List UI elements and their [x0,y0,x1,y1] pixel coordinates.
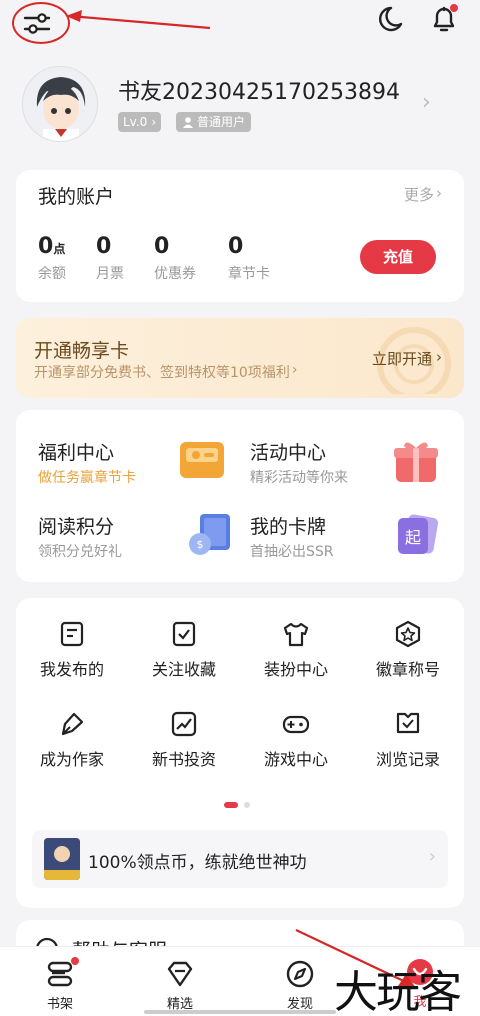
vip-desc-text: 开通享部分免费书、签到特权等10项福利 [34,365,290,381]
promo-text: 100%领点币，练就绝世神功 [88,853,307,873]
grid-pager[interactable] [224,802,250,808]
vip-desc: 开通享部分免费书、签到特权等10项福利 › [34,362,297,382]
stat-value: 0 [38,234,54,259]
watermark: 大玩客 [334,967,462,1016]
chevron-right-icon: › [428,846,436,867]
book-coin-icon: $ [186,512,234,558]
feature-welfare[interactable]: 福利中心 做任务赢章节卡 [38,438,248,486]
pager-dot-active [224,802,238,808]
chevron-right-icon: › [151,115,157,129]
trend-chart-icon [170,710,198,738]
vip-open-button[interactable]: 立即开通 › [372,348,442,369]
grid-item-history[interactable]: 浏览记录 [352,710,464,770]
stat-label: 月票 [96,266,124,282]
grid-label: 装扮中心 [263,660,328,679]
tab-featured[interactable]: 精选 [120,947,240,1016]
recharge-button[interactable]: 充值 [360,240,436,274]
stat-label: 余额 [38,266,66,282]
svg-text:起: 起 [405,528,421,547]
promo-banner[interactable]: 100%领点币，练就绝世神功 › [32,830,448,888]
grid-label: 徽章称号 [375,660,440,679]
stat-monthly-ticket[interactable]: 0 月票 [96,234,124,283]
account-more-link[interactable]: 更多 › [404,184,442,205]
stat-coupon[interactable]: 0 优惠券 [154,234,196,283]
grid-label: 新书投资 [151,750,216,769]
stat-value: 0 [228,234,244,259]
document-icon [58,620,86,648]
tab-label: 书架 [46,997,73,1012]
shirt-icon [282,620,310,648]
feature-my-cards[interactable]: 我的卡牌 首抽必出SSR 起 [250,512,450,560]
level-text: Lv.0 [123,115,148,129]
gamepad-icon [282,710,310,738]
account-title: 我的账户 [38,186,115,208]
bell-icon[interactable] [428,2,460,34]
grid-item-new-book-invest[interactable]: 新书投资 [128,710,240,770]
profile-header[interactable]: 书友20230425170253894 Lv.0 › 普通用户 › [0,60,480,150]
stat-value: 0 [154,234,170,259]
badge-star-icon [394,620,422,648]
chevron-right-icon: › [291,362,298,378]
vip-title: 开通畅享卡 [34,340,130,362]
vip-action-text: 立即开通 [371,350,432,368]
stat-balance[interactable]: 0点 余额 [38,234,66,283]
home-indicator [144,1010,336,1014]
grid-item-become-author[interactable]: 成为作家 [16,710,128,770]
card-icon: 起 [392,512,440,558]
grid-label: 游戏中心 [263,750,328,769]
user-type-badge: 普通用户 [176,112,252,132]
bookmark-check-icon [170,620,198,648]
account-card: 我的账户 更多 › 0点 余额 0 月票 0 优惠券 0 章节卡 充值 [16,170,464,302]
stat-label: 优惠券 [154,266,196,282]
stat-unit: 点 [53,242,66,256]
svg-text:$: $ [197,538,204,551]
night-mode-icon[interactable] [374,4,404,34]
grid-item-game-center[interactable]: 游戏中心 [240,710,352,770]
diamond-icon [165,959,195,989]
grid-label: 关注收藏 [151,660,216,679]
grid-label: 成为作家 [39,750,104,769]
user-icon [182,116,194,128]
bookshelf-icon [45,957,79,989]
avatar[interactable] [22,66,98,142]
chevron-right-icon: › [436,184,442,202]
grid-item-badges[interactable]: 徽章称号 [352,620,464,680]
coupon-icon [178,438,226,482]
grid-label: 我发布的 [39,660,104,679]
stat-label: 章节卡 [228,266,270,282]
more-text: 更多 [403,186,434,204]
pager-dot [244,802,250,808]
grid-item-dressup[interactable]: 装扮中心 [240,620,352,680]
grid-item-my-posts[interactable]: 我发布的 [16,620,128,680]
chevron-right-icon: › [436,348,442,366]
tab-bookshelf[interactable]: 书架 [0,947,120,1016]
username: 书友20230425170253894 [118,80,400,105]
stat-value: 0 [96,234,112,259]
feature-reading-points[interactable]: 阅读积分 领积分兑好礼 $ [38,512,248,560]
pen-icon [58,710,86,738]
vip-banner[interactable]: 开通畅享卡 开通享部分免费书、签到特权等10项福利 › 立即开通 › [16,318,464,398]
profile-chevron-icon: › [422,90,431,115]
grid-item-favorites[interactable]: 关注收藏 [128,620,240,680]
tools-card: 我发布的 关注收藏 装扮中心 徽章称号 成为作家 新书投资 游戏中心 浏览记录 … [16,598,464,908]
stat-chapter-card[interactable]: 0 章节卡 [228,234,270,283]
level-badge[interactable]: Lv.0 › [118,112,162,132]
feature-activity[interactable]: 活动中心 精彩活动等你来 [250,438,450,486]
annotation-arrow-top [66,10,211,30]
features-card: 福利中心 做任务赢章节卡 活动中心 精彩活动等你来 阅读积分 领积分兑好礼 $ … [16,410,464,582]
promo-thumbnail [44,838,80,880]
grid-label: 浏览记录 [375,750,440,769]
history-icon [394,710,422,738]
user-type-text: 普通用户 [197,115,246,129]
gift-icon [392,438,440,484]
